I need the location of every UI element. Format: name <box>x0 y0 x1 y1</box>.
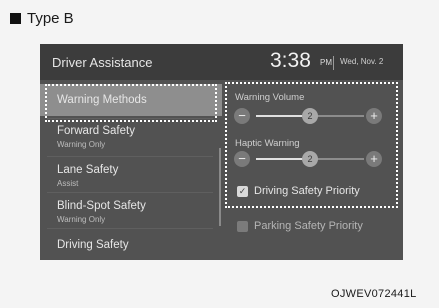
menu-item-label: Lane Safety <box>57 164 119 176</box>
clock-date: Wed, Nov. 2 <box>340 57 384 66</box>
menu-item-sub: Assist <box>57 179 79 188</box>
clock-ampm: PM <box>320 58 332 67</box>
infotainment-screen: Driver Assistance 3:38 PM Wed, Nov. 2 Wa… <box>40 44 403 260</box>
image-code: OJWEV072441L <box>331 288 417 300</box>
menu-item-sub: Warning Only <box>57 215 106 224</box>
unchecked-box-icon[interactable] <box>237 220 248 232</box>
square-bullet-icon <box>10 13 21 24</box>
header-divider <box>333 56 334 70</box>
clock-time: 3:38 <box>270 49 311 72</box>
menu-item-label: Forward Safety <box>57 125 135 137</box>
menu-item-label: Blind-Spot Safety <box>57 200 146 212</box>
menu-selection-frame <box>45 84 217 122</box>
settings-selection-frame <box>225 82 398 208</box>
menu-item-forward-safety[interactable]: Forward Safety Warning Only <box>40 120 222 156</box>
menu-item-blind-spot-safety[interactable]: Blind-Spot Safety Warning Only <box>40 192 222 228</box>
menu-item-lane-safety[interactable]: Lane Safety Assist <box>40 156 222 192</box>
parking-safety-priority-label: Parking Safety Priority <box>254 220 363 232</box>
parking-safety-priority-option[interactable]: Parking Safety Priority <box>237 220 363 232</box>
menu-item-label: Driving Safety <box>57 239 129 251</box>
menu-scrollbar[interactable] <box>219 148 221 226</box>
menu-item-sub: Warning Only <box>57 140 106 149</box>
section-heading: Type B <box>10 10 74 27</box>
section-heading-text: Type B <box>27 10 74 27</box>
screen-header: Driver Assistance 3:38 PM Wed, Nov. 2 <box>40 44 403 80</box>
header-title: Driver Assistance <box>52 55 153 70</box>
menu-item-driving-safety[interactable]: Driving Safety <box>40 228 222 260</box>
